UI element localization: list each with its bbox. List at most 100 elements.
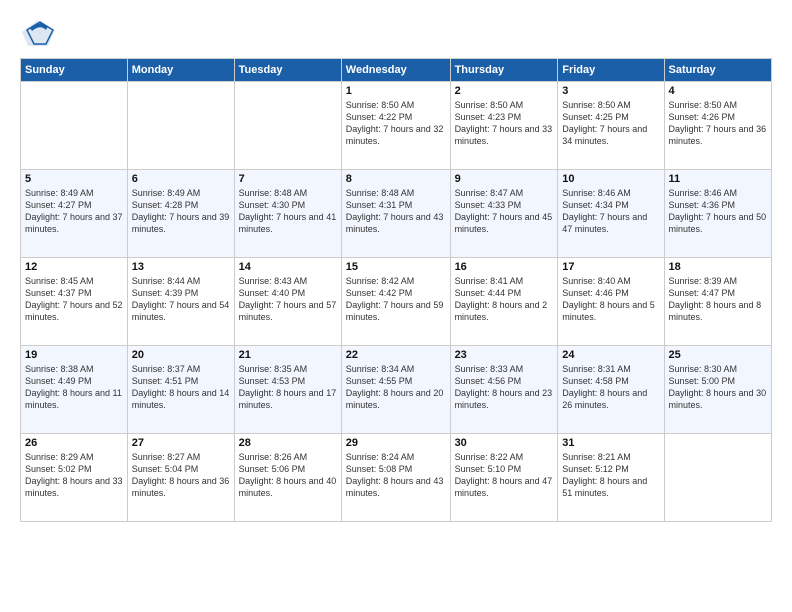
day-number: 7	[239, 173, 337, 185]
day-number: 19	[25, 349, 123, 361]
day-info: Sunrise: 8:33 AM Sunset: 4:56 PM Dayligh…	[455, 363, 554, 412]
day-info: Sunrise: 8:42 AM Sunset: 4:42 PM Dayligh…	[346, 275, 446, 324]
calendar-table: SundayMondayTuesdayWednesdayThursdayFrid…	[20, 58, 772, 522]
calendar-cell: 25 Sunrise: 8:30 AM Sunset: 5:00 PM Dayli…	[664, 346, 771, 434]
day-info: Sunrise: 8:50 AM Sunset: 4:23 PM Dayligh…	[455, 99, 554, 148]
calendar-week-row: 1 Sunrise: 8:50 AM Sunset: 4:22 PM Daylig…	[21, 82, 772, 170]
day-number: 10	[562, 173, 659, 185]
calendar-cell: 10 Sunrise: 8:46 AM Sunset: 4:34 PM Dayli…	[558, 170, 664, 258]
calendar-cell	[664, 434, 771, 522]
day-number: 21	[239, 349, 337, 361]
calendar-cell	[21, 82, 128, 170]
calendar-cell: 30Sunrise: 8:22 AM Sunset: 5:10 PM Dayli…	[450, 434, 558, 522]
day-number: 8	[346, 173, 446, 185]
calendar-cell: 29 Sunrise: 8:24 AM Sunset: 5:08 PM Dayli…	[341, 434, 450, 522]
day-info: Sunrise: 8:38 AM Sunset: 4:49 PM Dayligh…	[25, 363, 123, 412]
calendar-cell: 7 Sunrise: 8:48 AM Sunset: 4:30 PM Daylig…	[234, 170, 341, 258]
day-number: 16	[455, 261, 554, 273]
day-number: 27	[132, 437, 230, 449]
day-number: 25	[669, 349, 767, 361]
day-number: 3	[562, 85, 659, 97]
calendar-week-row: 26 Sunrise: 8:29 AM Sunset: 5:02 PM Dayli…	[21, 434, 772, 522]
calendar-cell: 28 Sunrise: 8:26 AM Sunset: 5:06 PM Dayli…	[234, 434, 341, 522]
day-number: 29	[346, 437, 446, 449]
day-number: 11	[669, 173, 767, 185]
calendar-cell: 5 Sunrise: 8:49 AM Sunset: 4:27 PM Daylig…	[21, 170, 128, 258]
calendar-cell: 26 Sunrise: 8:29 AM Sunset: 5:02 PM Dayli…	[21, 434, 128, 522]
day-info: Sunrise: 8:41 AM Sunset: 4:44 PM Dayligh…	[455, 275, 554, 324]
day-info: Sunrise: 8:37 AM Sunset: 4:51 PM Dayligh…	[132, 363, 230, 412]
day-info: Sunrise: 8:48 AM Sunset: 4:30 PM Dayligh…	[239, 187, 337, 236]
day-info: Sunrise: 8:31 AM Sunset: 4:58 PM Dayligh…	[562, 363, 659, 412]
day-info: Sunrise: 8:39 AM Sunset: 4:47 PM Dayligh…	[669, 275, 767, 324]
calendar-cell: 23 Sunrise: 8:33 AM Sunset: 4:56 PM Dayli…	[450, 346, 558, 434]
day-info: Sunrise: 8:46 AM Sunset: 4:36 PM Dayligh…	[669, 187, 767, 236]
day-info: Sunrise: 8:40 AM Sunset: 4:46 PM Dayligh…	[562, 275, 659, 324]
weekday-header: Monday	[127, 59, 234, 82]
weekday-header-row: SundayMondayTuesdayWednesdayThursdayFrid…	[21, 59, 772, 82]
calendar-cell: 27 Sunrise: 8:27 AM Sunset: 5:04 PM Dayli…	[127, 434, 234, 522]
day-number: 6	[132, 173, 230, 185]
day-number: 22	[346, 349, 446, 361]
calendar-cell: 31Sunrise: 8:21 AM Sunset: 5:12 PM Dayli…	[558, 434, 664, 522]
calendar-cell: 15Sunrise: 8:42 AM Sunset: 4:42 PM Dayli…	[341, 258, 450, 346]
day-number: 31	[562, 437, 659, 449]
calendar-week-row: 19 Sunrise: 8:38 AM Sunset: 4:49 PM Dayli…	[21, 346, 772, 434]
day-info: Sunrise: 8:34 AM Sunset: 4:55 PM Dayligh…	[346, 363, 446, 412]
page: SundayMondayTuesdayWednesdayThursdayFrid…	[0, 0, 792, 612]
day-info: Sunrise: 8:49 AM Sunset: 4:27 PM Dayligh…	[25, 187, 123, 236]
calendar-cell: 19 Sunrise: 8:38 AM Sunset: 4:49 PM Dayli…	[21, 346, 128, 434]
day-info: Sunrise: 8:27 AM Sunset: 5:04 PM Dayligh…	[132, 451, 230, 500]
weekday-header: Friday	[558, 59, 664, 82]
calendar-week-row: 5 Sunrise: 8:49 AM Sunset: 4:27 PM Daylig…	[21, 170, 772, 258]
day-number: 26	[25, 437, 123, 449]
day-number: 13	[132, 261, 230, 273]
day-info: Sunrise: 8:35 AM Sunset: 4:53 PM Dayligh…	[239, 363, 337, 412]
calendar-cell: 22 Sunrise: 8:34 AM Sunset: 4:55 PM Dayli…	[341, 346, 450, 434]
header	[20, 18, 772, 48]
day-number: 5	[25, 173, 123, 185]
day-info: Sunrise: 8:44 AM Sunset: 4:39 PM Dayligh…	[132, 275, 230, 324]
day-info: Sunrise: 8:22 AM Sunset: 5:10 PM Dayligh…	[455, 451, 554, 500]
day-number: 2	[455, 85, 554, 97]
day-number: 28	[239, 437, 337, 449]
weekday-header: Saturday	[664, 59, 771, 82]
day-number: 23	[455, 349, 554, 361]
day-info: Sunrise: 8:29 AM Sunset: 5:02 PM Dayligh…	[25, 451, 123, 500]
calendar-cell: 20Sunrise: 8:37 AM Sunset: 4:51 PM Dayli…	[127, 346, 234, 434]
day-number: 14	[239, 261, 337, 273]
calendar-cell: 11 Sunrise: 8:46 AM Sunset: 4:36 PM Dayli…	[664, 170, 771, 258]
day-info: Sunrise: 8:47 AM Sunset: 4:33 PM Dayligh…	[455, 187, 554, 236]
day-info: Sunrise: 8:50 AM Sunset: 4:26 PM Dayligh…	[669, 99, 767, 148]
calendar-cell: 9Sunrise: 8:47 AM Sunset: 4:33 PM Daylig…	[450, 170, 558, 258]
weekday-header: Wednesday	[341, 59, 450, 82]
day-info: Sunrise: 8:46 AM Sunset: 4:34 PM Dayligh…	[562, 187, 659, 236]
calendar-cell: 18Sunrise: 8:39 AM Sunset: 4:47 PM Dayli…	[664, 258, 771, 346]
calendar-cell: 21 Sunrise: 8:35 AM Sunset: 4:53 PM Dayli…	[234, 346, 341, 434]
day-info: Sunrise: 8:50 AM Sunset: 4:25 PM Dayligh…	[562, 99, 659, 148]
day-info: Sunrise: 8:48 AM Sunset: 4:31 PM Dayligh…	[346, 187, 446, 236]
day-info: Sunrise: 8:43 AM Sunset: 4:40 PM Dayligh…	[239, 275, 337, 324]
calendar-cell: 8 Sunrise: 8:48 AM Sunset: 4:31 PM Daylig…	[341, 170, 450, 258]
day-number: 24	[562, 349, 659, 361]
day-info: Sunrise: 8:45 AM Sunset: 4:37 PM Dayligh…	[25, 275, 123, 324]
calendar-cell: 4 Sunrise: 8:50 AM Sunset: 4:26 PM Daylig…	[664, 82, 771, 170]
calendar-cell	[234, 82, 341, 170]
calendar-cell: 24 Sunrise: 8:31 AM Sunset: 4:58 PM Dayli…	[558, 346, 664, 434]
weekday-header: Thursday	[450, 59, 558, 82]
calendar-cell: 17 Sunrise: 8:40 AM Sunset: 4:46 PM Dayli…	[558, 258, 664, 346]
day-number: 4	[669, 85, 767, 97]
day-number: 12	[25, 261, 123, 273]
day-info: Sunrise: 8:24 AM Sunset: 5:08 PM Dayligh…	[346, 451, 446, 500]
day-info: Sunrise: 8:30 AM Sunset: 5:00 PM Dayligh…	[669, 363, 767, 412]
day-number: 1	[346, 85, 446, 97]
day-info: Sunrise: 8:26 AM Sunset: 5:06 PM Dayligh…	[239, 451, 337, 500]
day-info: Sunrise: 8:49 AM Sunset: 4:28 PM Dayligh…	[132, 187, 230, 236]
calendar-cell: 3 Sunrise: 8:50 AM Sunset: 4:25 PM Daylig…	[558, 82, 664, 170]
calendar-cell: 1 Sunrise: 8:50 AM Sunset: 4:22 PM Daylig…	[341, 82, 450, 170]
day-info: Sunrise: 8:50 AM Sunset: 4:22 PM Dayligh…	[346, 99, 446, 148]
calendar-week-row: 12 Sunrise: 8:45 AM Sunset: 4:37 PM Dayli…	[21, 258, 772, 346]
weekday-header: Tuesday	[234, 59, 341, 82]
logo-icon	[20, 18, 56, 48]
day-number: 17	[562, 261, 659, 273]
